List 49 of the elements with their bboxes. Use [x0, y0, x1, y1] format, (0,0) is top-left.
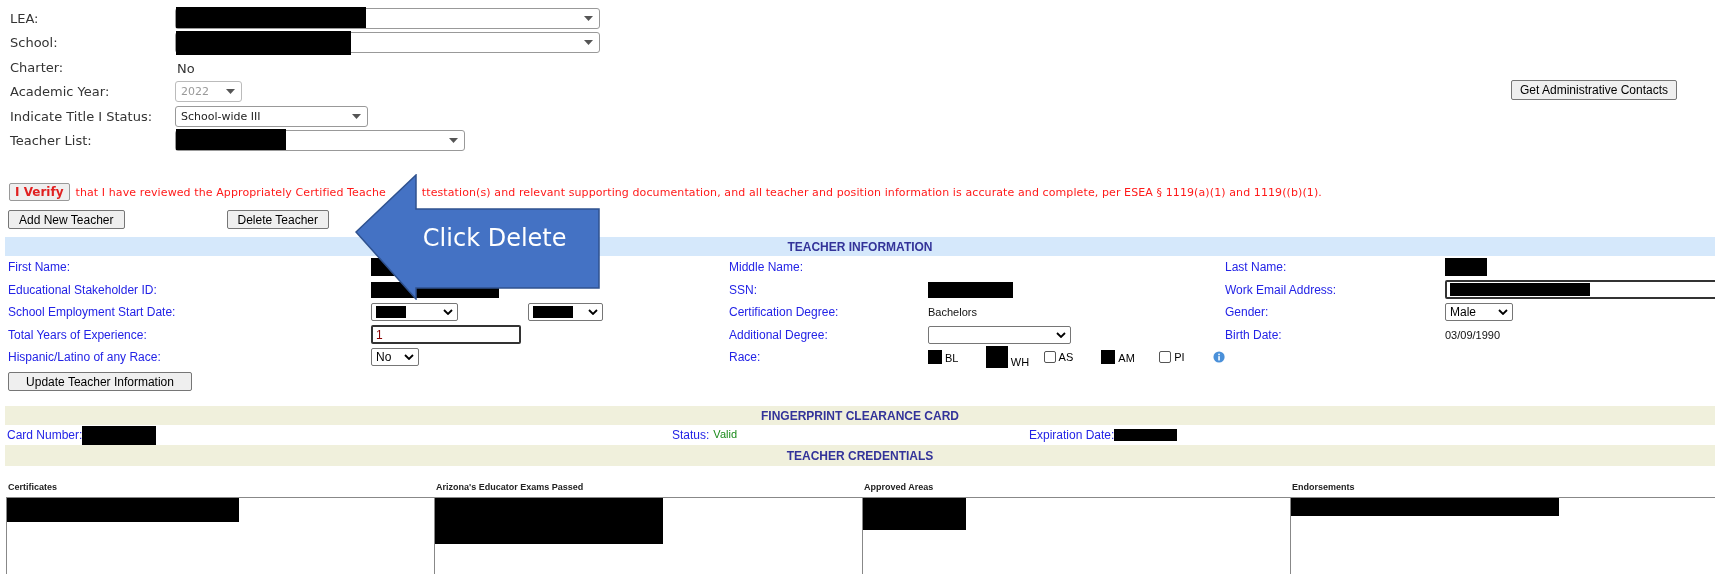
- field-label: SSN:: [729, 282, 758, 297]
- input-field[interactable]: 1: [371, 325, 521, 345]
- verify-button[interactable]: I Verify: [9, 183, 70, 201]
- field-label: Charter:: [10, 59, 65, 75]
- section-header: FINGERPRINT CLEARANCE CARD: [5, 406, 1715, 425]
- field-label: First Name:: [8, 260, 71, 275]
- field-label: Educational Stakeholder ID:: [8, 282, 158, 297]
- delete-teacher-button[interactable]: Delete Teacher: [226, 210, 329, 229]
- field-label: Status:: [672, 428, 710, 442]
- status-value: Valid: [713, 428, 737, 442]
- field-value: 03/09/1990: [1445, 328, 1501, 341]
- checkbox-label: BL: [945, 352, 959, 365]
- dropdown[interactable]: Male: [1445, 303, 1513, 322]
- column-heading: Approved Areas: [863, 481, 935, 494]
- checkbox-label: PI: [1174, 351, 1185, 364]
- column-heading: Arizona's Educator Exams Passed: [435, 481, 585, 494]
- checkbox-label: AM: [1118, 352, 1135, 365]
- update-teacher-button[interactable]: Update Teacher Information: [8, 372, 192, 391]
- checkbox-label: AS: [1058, 351, 1074, 364]
- field-value: Bachelors: [928, 306, 977, 319]
- field-label: LEA:: [10, 10, 40, 26]
- column-heading: Endorsements: [1291, 481, 1356, 494]
- field-label: School:: [10, 35, 59, 51]
- field-label: Total Years of Experience:: [8, 327, 148, 342]
- field-label: School Employment Start Date:: [8, 305, 177, 320]
- field-label: Gender:: [1225, 305, 1270, 320]
- field-label: Additional Degree:: [729, 327, 829, 342]
- get-contacts-button[interactable]: Get Administrative Contacts: [1510, 80, 1677, 100]
- field-label: Expiration Date:: [1029, 428, 1115, 442]
- attestation-text: ttestation(s) and relevant supporting documentation, and all teacher and position information is accurate and complete, per ESEA § 1119(a)(1) and 1119((b)(1).: [421, 185, 1322, 199]
- column-heading: Certificates: [7, 481, 59, 494]
- field-label: Middle Name:: [729, 260, 805, 275]
- field-label: Race:: [729, 350, 762, 365]
- field-label: Last Name:: [1225, 260, 1288, 275]
- dropdown[interactable]: School-wide III: [175, 105, 368, 127]
- field-label: Indicate Title I Status:: [10, 108, 154, 124]
- add-teacher-button[interactable]: Add New Teacher: [8, 210, 125, 229]
- dropdown[interactable]: No: [371, 348, 419, 367]
- field-value: No: [177, 60, 195, 76]
- field-label: Card Number:: [7, 428, 83, 442]
- field-label: Work Email Address:: [1225, 282, 1338, 297]
- field-label: Teacher List:: [10, 133, 93, 149]
- checkbox-label: WH: [1010, 356, 1030, 369]
- field-label: Birth Date:: [1225, 327, 1283, 342]
- attestation-text: that I have reviewed the Appropriately Certified Teache: [75, 185, 386, 199]
- field-label: Hispanic/Latino of any Race:: [8, 350, 162, 365]
- field-label: Certification Degree:: [729, 305, 840, 320]
- field-label: Academic Year:: [10, 84, 111, 100]
- section-header: TEACHER CREDENTIALS: [5, 445, 1715, 466]
